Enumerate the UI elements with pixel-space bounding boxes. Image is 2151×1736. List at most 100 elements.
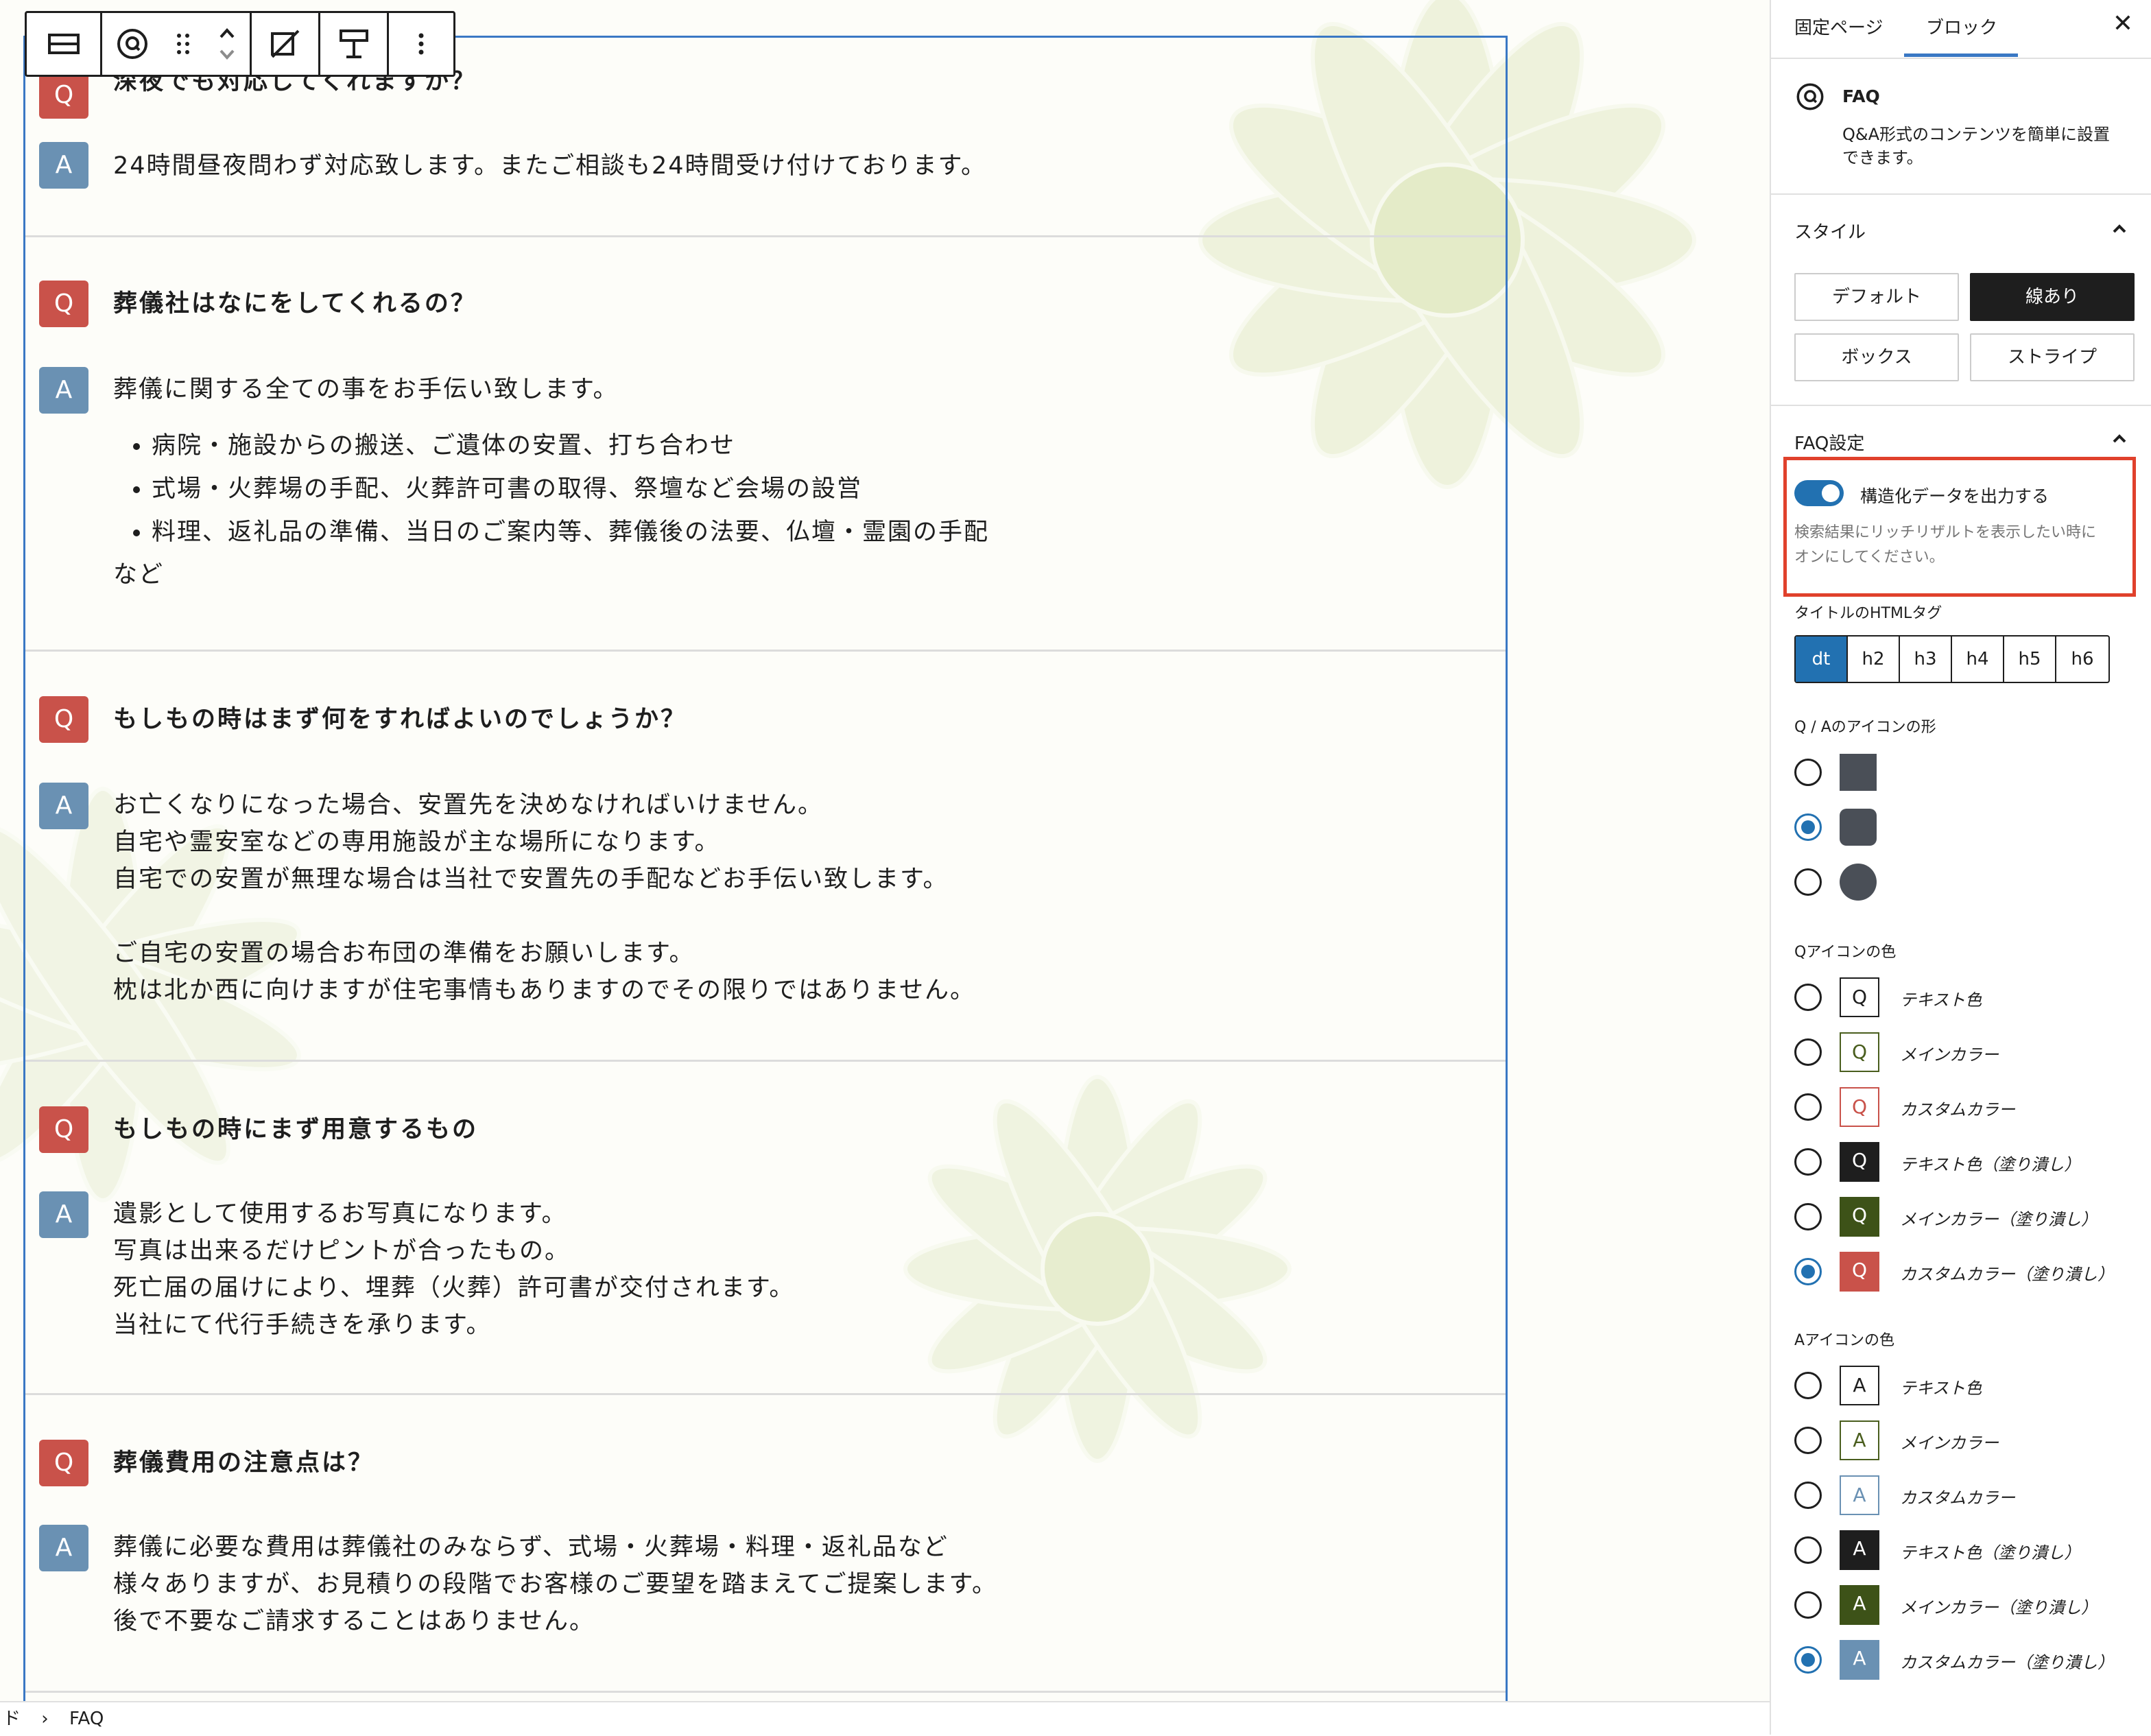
tag-dt-button[interactable]: dt [1796,637,1848,682]
tag-h5-button[interactable]: h5 [2004,637,2056,682]
faq-block-button[interactable] [102,13,252,75]
structured-data-toggle[interactable] [1794,480,1844,506]
square-shape-swatch [1840,754,1877,791]
html-tag-label: タイトルのHTMLタグ [1794,605,1942,622]
q-swatch-main: Q [1840,1032,1879,1072]
question-text[interactable]: もしもの時はまず何をすればよいのでしょうか？ [113,706,687,733]
q-color-radio[interactable] [1794,1203,1822,1230]
answer-line[interactable]: 葬儀に必要な費用は葬儀社のみならず、式場・火葬場・料理・返礼品など [113,1529,949,1566]
q-swatch-custom-filled: Q [1840,1252,1879,1292]
color-option-label: テキスト色 [1900,990,1982,1010]
list-item[interactable]: 病院・施設からの搬送、ご遺体の安置、打ち合わせ [152,425,989,468]
answer-line[interactable]: 24時間昼夜問わず対応致します。またご相談も24時間受け付けております。 [113,147,986,185]
tab-page[interactable]: 固定ページ [1794,14,1883,39]
color-option-label: テキスト色（塗り潰し） [1900,1543,2081,1562]
answer-line[interactable]: 様々ありますが、お見積りの段階でお客様のご要望を踏まえてご提案します。 [113,1566,997,1603]
question-text[interactable]: もしもの時にまず用意するもの [113,1116,478,1143]
style-box-button[interactable]: ボックス [1794,333,1959,381]
a-color-radio[interactable] [1794,1591,1822,1619]
active-tab-indicator [1904,53,2018,57]
answer-line[interactable]: 写真は出来るだけピントが合ったもの。 [113,1233,570,1270]
q-swatch-custom: Q [1840,1087,1879,1127]
question-text[interactable]: 葬儀費用の注意点は？ [113,1449,374,1477]
answer-line[interactable]: ご自宅の安置の場合お布団の準備をお願いします。 [113,935,695,972]
color-option-label: テキスト色（塗り潰し） [1900,1155,2081,1174]
shape-square-radio[interactable] [1794,759,1822,786]
answer-line[interactable]: など [113,556,164,593]
block-type-icon [47,34,80,54]
sidebar-tabs: 固定ページ ブロック ✕ [1771,0,2151,59]
answer-line[interactable]: 後で不要なご請求することはありません。 [113,1603,595,1640]
answer-line[interactable]: 死亡届の届けにより、埋葬（火葬）許可書が交付されます。 [113,1270,794,1307]
style-stripe-button[interactable]: ストライプ [1970,333,2135,381]
list-item[interactable]: 式場・火葬場の手配、火葬許可書の取得、祭壇など会場の設営 [152,468,989,511]
shape-circle-radio[interactable] [1794,868,1822,896]
a-color-radio[interactable] [1794,1646,1822,1674]
block-description: Q&A形式のコンテンツを簡単に設置 [1842,125,2111,144]
block-type-button[interactable] [27,13,102,75]
chevron-up-icon[interactable] [2107,217,2132,241]
q-color-radio[interactable] [1794,984,1822,1011]
faq-item[interactable]: Q 葬儀費用の注意点は？ A 葬儀に必要な費用は葬儀社のみならず、式場・火葬場・… [25,1394,1506,1701]
faq-item[interactable]: Q 葬儀社はなにをしてくれるの？ A 葬儀に関する全ての事をお手伝い致します。 … [25,237,1506,648]
a-icon: A [39,1191,88,1238]
tag-h4-button[interactable]: h4 [1952,637,2004,682]
faq-block[interactable]: Q 深夜でも対応してくれますか？ A 24時間昼夜問わず対応致します。またご相談… [23,36,1508,1701]
style-bordered-button[interactable]: 線あり [1970,273,2135,321]
color-option-label: メインカラー（塗り潰し） [1900,1598,2097,1617]
align-button[interactable] [252,13,320,75]
tab-block[interactable]: ブロック [1926,14,1997,39]
q-color-radio[interactable] [1794,1148,1822,1176]
move-up-down-icon[interactable] [217,23,237,64]
style-default-button[interactable]: デフォルト [1794,273,1959,321]
answer-list: 病院・施設からの搬送、ご遺体の安置、打ち合わせ 式場・火葬場の手配、火葬許可書の… [113,425,989,554]
answer-line[interactable]: 自宅や霊安室などの専用施設が主な場所になります。 [113,824,720,861]
block-toolbar [25,11,455,77]
color-option-label: カスタムカラー [1900,1100,2015,1119]
a-color-radio[interactable] [1794,1427,1822,1454]
a-color-radio[interactable] [1794,1482,1822,1509]
q-swatch-text: Q [1840,977,1879,1017]
answer-line[interactable]: 自宅での安置が無理な場合は当社で安置先の手配などお手伝い致します。 [113,861,949,898]
drag-handle-icon[interactable] [175,30,191,58]
a-icon: A [39,1525,88,1571]
tag-h2-button[interactable]: h2 [1848,637,1900,682]
a-swatch-text: A [1840,1366,1879,1405]
answer-line[interactable]: 枕は北か西に向けますが住宅事情もありますのでその限りではありません。 [113,972,975,1009]
a-color-radio[interactable] [1794,1536,1822,1564]
a-color-radio[interactable] [1794,1372,1822,1399]
answer-line[interactable]: 遺影として使用するお写真になります。 [113,1196,567,1233]
answer-line[interactable]: お亡くなりになった場合、安置先を決めなければいけません。 [113,787,823,824]
faq-item[interactable]: Q もしもの時はまず何をすればよいのでしょうか？ A お亡くなりになった場合、安… [25,651,1506,1062]
more-options-button[interactable] [389,13,453,75]
circle-shape-swatch [1840,864,1877,901]
a-swatch-main: A [1840,1420,1879,1460]
breadcrumb-current[interactable]: FAQ [69,1709,104,1729]
shape-rounded-radio[interactable] [1794,813,1822,841]
breadcrumb-item[interactable]: ド [3,1709,21,1729]
q-color-radio[interactable] [1794,1093,1822,1121]
faq-item[interactable]: Q もしもの時にまず用意するもの A 遺影として使用するお写真になります。 写真… [25,1061,1506,1431]
faq-icon [1796,83,1824,110]
style-panel-title[interactable]: スタイル [1794,218,1866,243]
a-icon: A [39,783,88,829]
chevron-up-icon[interactable] [2107,427,2132,451]
toggle-knob [1822,484,1840,502]
spacing-button[interactable] [320,13,389,75]
close-icon[interactable]: ✕ [2113,10,2133,38]
tag-h3-button[interactable]: h3 [1900,637,1952,682]
faq-icon [117,29,148,59]
a-swatch-custom: A [1840,1475,1879,1515]
question-text[interactable]: 葬儀社はなにをしてくれるの？ [113,290,477,318]
item-divider [25,1691,1506,1693]
more-vertical-icon [418,33,424,55]
color-option-label: テキスト色 [1900,1379,1982,1398]
faq-settings-title[interactable]: FAQ設定 [1794,429,1864,455]
q-color-radio[interactable] [1794,1258,1822,1285]
answer-line[interactable]: 葬儀に関する全ての事をお手伝い致します。 [113,371,619,408]
answer-line[interactable]: 当社にて代行手続きを承ります。 [113,1307,492,1344]
toggle-label[interactable]: 構造化データを出力する [1860,483,2049,508]
list-item[interactable]: 料理、返礼品の準備、当日のご案内等、葬儀後の法要、仏壇・霊園の手配 [152,511,989,554]
q-color-radio[interactable] [1794,1038,1822,1066]
tag-h6-button[interactable]: h6 [2056,637,2108,682]
